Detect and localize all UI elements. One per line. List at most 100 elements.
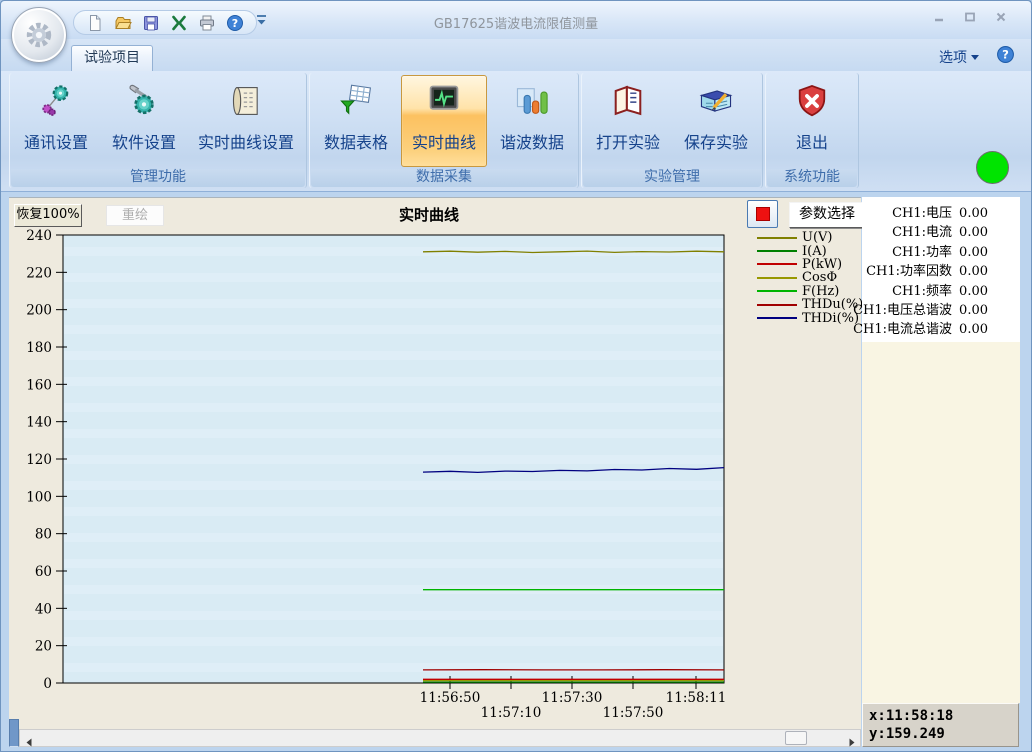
ribbon-button-label: 通讯设置: [24, 129, 88, 153]
open-experiment-icon: [609, 82, 647, 120]
cursor-coordinates: x:11:58:18 y:159.249: [862, 703, 1019, 747]
legend-entry: CosΦ: [757, 271, 863, 284]
legend-entry: P(kW): [757, 258, 863, 271]
svg-text:11:57:50: 11:57:50: [603, 705, 664, 721]
ribbon-group-label: 数据采集: [311, 169, 577, 187]
readout-row: CH1:电流0.00: [862, 221, 1020, 240]
readout-label: CH1:功率: [892, 241, 952, 260]
minimize-icon[interactable]: [927, 8, 951, 25]
readout-label: CH1:频率: [892, 280, 952, 299]
maximize-icon[interactable]: [958, 8, 982, 25]
svg-text:200: 200: [26, 303, 52, 319]
redraw-button[interactable]: 重绘: [106, 205, 164, 226]
ribbon-button-label: 打开实验: [596, 129, 660, 153]
svg-text:11:56:50: 11:56:50: [420, 690, 481, 706]
scrollbar-thumb[interactable]: [785, 731, 807, 745]
comm-settings-icon: [37, 82, 75, 120]
realtime-curve-icon: [425, 82, 463, 120]
svg-text:220: 220: [26, 265, 52, 281]
readout-value: 0.00: [959, 284, 988, 299]
ribbon-group-label: 实验管理: [583, 169, 761, 187]
svg-text:60: 60: [35, 564, 52, 580]
readout-row: CH1:电压0.00: [862, 202, 1020, 221]
open-experiment-button[interactable]: 打开实验: [585, 75, 671, 167]
comm-settings-button[interactable]: 通讯设置: [13, 75, 99, 167]
close-icon[interactable]: [989, 8, 1013, 25]
legend-line-swatch: [757, 304, 797, 306]
svg-text:120: 120: [26, 452, 52, 468]
svg-text:80: 80: [35, 527, 52, 543]
svg-text:11:57:10: 11:57:10: [481, 705, 542, 721]
svg-text:180: 180: [26, 340, 52, 356]
stop-acquisition-button[interactable]: [747, 200, 778, 228]
software-settings-icon: [125, 82, 163, 120]
readout-label: CH1:功率因数: [866, 260, 952, 279]
title-bar: ? GB17625谐波电流限值测量: [1, 1, 1031, 39]
legend-label: THDi(%): [802, 311, 859, 326]
realtime-curve-button[interactable]: 实时曲线: [401, 75, 487, 167]
svg-text:20: 20: [35, 639, 52, 655]
options-menu[interactable]: 选项: [939, 47, 979, 67]
help-icon[interactable]: ?: [996, 45, 1015, 64]
readout-row: CH1:功率 0.00: [862, 241, 1020, 260]
legend-line-swatch: [757, 277, 797, 279]
legend-entry: THDu(%): [757, 298, 863, 311]
cursor-x: x:11:58:18: [869, 707, 1012, 725]
exit-icon: [793, 82, 831, 120]
channel-readouts: CH1:电压0.00CH1:电流0.00CH1:功率 0.00 CH1:功率因数 0.…: [862, 197, 1020, 342]
software-settings-button[interactable]: 软件设置: [101, 75, 187, 167]
curve-settings-icon: [227, 82, 265, 120]
legend-line-swatch: [757, 317, 797, 319]
save-experiment-icon: [697, 82, 735, 120]
scroll-left-icon[interactable]: [24, 733, 35, 744]
harmonic-data-button[interactable]: 谐波数据: [489, 75, 575, 167]
data-table-button[interactable]: 数据表格: [313, 75, 399, 167]
readout-label: CH1:电流总谐波: [853, 318, 952, 337]
save-experiment-button[interactable]: 保存实验: [673, 75, 759, 167]
readout-label: CH1:电压总谐波: [853, 299, 952, 318]
stop-icon: [756, 207, 770, 221]
chart-title: 实时曲线: [309, 204, 549, 225]
curve-settings-button[interactable]: 实时曲线设置: [189, 75, 303, 167]
svg-text:160: 160: [26, 377, 52, 393]
svg-text:?: ?: [1002, 48, 1009, 62]
ribbon-group: 数据表格实时曲线谐波数据数据采集: [309, 73, 579, 188]
panel-edge-handle: [9, 719, 19, 747]
readout-value: 0.00: [959, 245, 988, 260]
ribbon-button-label: 保存实验: [684, 129, 748, 153]
legend-entry: F(Hz): [757, 285, 863, 298]
ribbon-button-label: 谐波数据: [500, 129, 564, 153]
ribbon-button-label: 数据表格: [324, 129, 388, 153]
svg-text:11:58:11: 11:58:11: [666, 690, 727, 706]
legend-entry: I(A): [757, 244, 863, 257]
options-label: 选项: [939, 47, 967, 67]
legend-entry: U(V): [757, 231, 863, 244]
legend-line-swatch: [757, 290, 797, 292]
status-indicator: [976, 151, 1009, 184]
application-orb-button[interactable]: [11, 7, 67, 63]
restore-zoom-button[interactable]: 恢复100%: [14, 204, 82, 227]
legend-line-swatch: [757, 250, 797, 252]
parameter-select-button[interactable]: 参数选择: [789, 202, 865, 228]
chart-legend: U(V)I(A)P(kW)CosΦF(Hz)THDu(%)THDi(%): [757, 231, 863, 325]
realtime-curve-panel: 02040608010012014016018020022024011:56:5…: [9, 197, 861, 729]
exit-button[interactable]: 退出: [769, 75, 855, 167]
legend-line-swatch: [757, 263, 797, 265]
content-area: 02040608010012014016018020022024011:56:5…: [1, 192, 1031, 751]
readout-row: CH1:电压总谐波0.00: [862, 299, 1020, 318]
horizontal-scrollbar[interactable]: [19, 729, 861, 747]
readout-value: 0.00: [959, 206, 988, 221]
svg-text:240: 240: [26, 228, 52, 244]
chevron-down-icon: [971, 55, 979, 60]
svg-text:100: 100: [26, 489, 52, 505]
right-panel-blank: [862, 342, 1020, 703]
svg-text:11:57:30: 11:57:30: [542, 690, 603, 706]
realtime-curve-chart[interactable]: 02040608010012014016018020022024011:56:5…: [9, 198, 861, 730]
scroll-right-icon[interactable]: [846, 733, 857, 744]
tab-bar: 试验项目 选项 ?: [1, 39, 1031, 71]
ribbon-group-label: 管理功能: [11, 169, 305, 187]
tab-experiment-items[interactable]: 试验项目: [71, 45, 153, 71]
data-table-icon: [337, 82, 375, 120]
ribbon-group: 打开实验保存实验实验管理: [581, 73, 763, 188]
readout-value: 0.00: [959, 264, 988, 279]
